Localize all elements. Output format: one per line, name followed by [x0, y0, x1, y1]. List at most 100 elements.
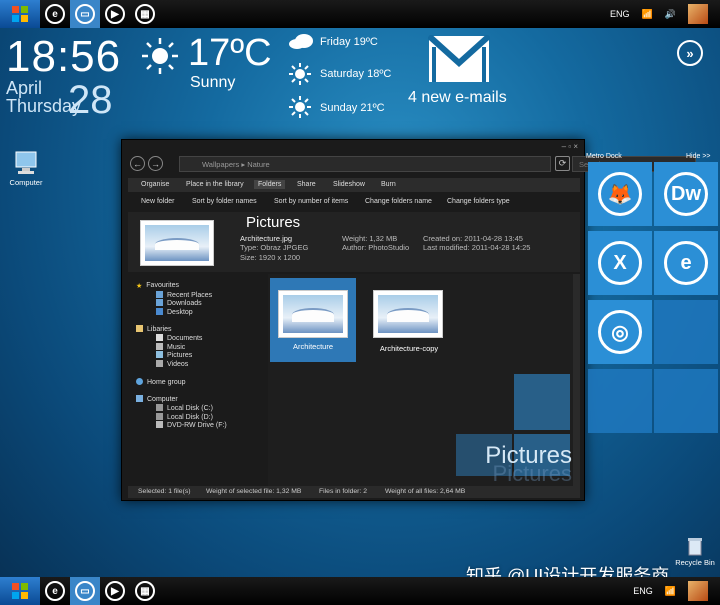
- nav-documents[interactable]: Documents: [156, 334, 202, 342]
- avatar[interactable]: [688, 4, 708, 24]
- tile-dreamweaver[interactable]: Dw: [654, 162, 718, 226]
- breadcrumb-nature[interactable]: Nature: [247, 160, 270, 169]
- taskbar-apps-button[interactable]: ▦: [130, 0, 160, 28]
- tile-excel[interactable]: X: [588, 231, 652, 295]
- file-thumbnail: [373, 290, 443, 338]
- desktop-computer-icon[interactable]: Computer: [6, 150, 46, 187]
- tile-empty[interactable]: [588, 369, 652, 433]
- scrollbar[interactable]: [573, 274, 580, 486]
- nav-homegroup-label: Home group: [147, 379, 186, 386]
- preview-type: Type: Obraz JPGEG: [240, 243, 309, 252]
- change-folder-type-button[interactable]: Change folders type: [447, 198, 510, 205]
- nav-drive-d[interactable]: Local Disk (D:): [156, 413, 213, 421]
- recent-places-icon: [156, 291, 163, 298]
- menu-folders[interactable]: Folders: [254, 180, 286, 189]
- nav-libraries[interactable]: Libaries: [136, 325, 172, 333]
- desktop-icon: [156, 308, 163, 315]
- taskbar-media-button[interactable]: ▶: [100, 0, 130, 28]
- homegroup-icon: [136, 378, 143, 385]
- taskbar-ie-button[interactable]: e: [40, 577, 70, 605]
- desktop-recycle-bin[interactable]: Recycle Bin: [672, 536, 718, 567]
- forward-button[interactable]: →: [148, 156, 163, 171]
- taskbar-media-button[interactable]: ▶: [100, 577, 130, 605]
- nav-desktop-label: Desktop: [167, 309, 193, 316]
- sort-by-count-button[interactable]: Sort by number of items: [274, 198, 348, 205]
- mail-icon[interactable]: [428, 35, 490, 83]
- taskbar-explorer-button[interactable]: ▭: [70, 0, 100, 28]
- menu-share[interactable]: Share: [297, 181, 316, 188]
- breadcrumb-wallpapers[interactable]: Wallpapers: [202, 160, 239, 169]
- tile-ie[interactable]: e: [654, 231, 718, 295]
- change-folder-name-button[interactable]: Change folders name: [365, 198, 432, 205]
- file-item-architecture-copy[interactable]: Architecture-copy: [365, 278, 453, 362]
- nav-homegroup[interactable]: Home group: [136, 378, 186, 386]
- new-folder-button[interactable]: New folder: [141, 198, 174, 205]
- preview-modified: Last modified: 2011-04-28 14:25: [423, 243, 531, 252]
- menu-organise[interactable]: Organise: [141, 181, 169, 188]
- file-list: Architecture Architecture-copy Pictures …: [268, 274, 580, 486]
- nav-videos[interactable]: Videos: [156, 360, 188, 368]
- desktop-computer-label: Computer: [9, 178, 43, 187]
- taskbar-explorer-button[interactable]: ▭: [70, 577, 100, 605]
- forecast-sunday: Sunday 21ºC: [320, 102, 385, 114]
- tile-empty[interactable]: [654, 369, 718, 433]
- file-thumbnail: [278, 290, 348, 338]
- nav-pictures[interactable]: Pictures: [156, 351, 192, 359]
- preview-filename: Architecture.jpg: [240, 234, 293, 243]
- computer-icon: [136, 395, 143, 402]
- network-icon[interactable]: 📶: [665, 586, 676, 597]
- play-icon: ▶: [105, 581, 125, 601]
- nav-computer[interactable]: Computer: [136, 395, 178, 403]
- start-button[interactable]: [0, 0, 40, 28]
- recycle-bin-icon: [688, 538, 702, 556]
- sun-icon: [289, 96, 311, 118]
- dock-hide-button[interactable]: Hide >>: [686, 153, 711, 160]
- address-bar[interactable]: Wallpapers ▸ Nature: [179, 156, 551, 172]
- play-icon: ▶: [105, 4, 125, 24]
- menu-slideshow[interactable]: Slideshow: [333, 181, 365, 188]
- taskbar-ie-button[interactable]: e: [40, 0, 70, 28]
- start-button[interactable]: [0, 577, 40, 605]
- folder-icon: ▭: [75, 4, 95, 24]
- nav-desktop[interactable]: Desktop: [156, 308, 193, 316]
- back-button[interactable]: ←: [130, 156, 145, 171]
- nav-downloads[interactable]: Downloads: [156, 299, 202, 307]
- tile-firefox[interactable]: 🦊: [588, 162, 652, 226]
- next-arrow-icon[interactable]: »: [677, 40, 703, 66]
- drive-icon: [156, 413, 163, 420]
- language-indicator[interactable]: ENG: [610, 9, 630, 19]
- sort-by-name-button[interactable]: Sort by folder names: [192, 198, 257, 205]
- status-selected: Selected: 1 file(s): [138, 488, 191, 495]
- avatar[interactable]: [688, 581, 708, 601]
- nav-music[interactable]: Music: [156, 343, 185, 351]
- status-weight-all: Weight of all files: 2,64 MB: [385, 488, 466, 495]
- refresh-button[interactable]: ⟳: [555, 156, 570, 171]
- folder-icon: ▭: [75, 581, 95, 601]
- nav-drive-f[interactable]: DVD-RW Drive (F:): [156, 421, 227, 429]
- excel-icon: X: [598, 241, 642, 285]
- nav-drive-c[interactable]: Local Disk (C:): [156, 404, 213, 412]
- nav-computer-label: Computer: [147, 396, 178, 403]
- preview-thumbnail: [140, 220, 214, 266]
- decorative-square: [514, 374, 570, 430]
- network-icon[interactable]: 📶: [642, 9, 653, 20]
- file-item-architecture[interactable]: Architecture: [270, 278, 356, 362]
- star-icon: ★: [136, 283, 143, 290]
- nav-favourites-label: Favourites: [146, 282, 179, 289]
- menu-place-in-library[interactable]: Place in the library: [186, 181, 244, 188]
- tile-chrome[interactable]: ◎: [588, 300, 652, 364]
- videos-icon: [156, 360, 163, 367]
- dvd-drive-icon: [156, 421, 163, 428]
- drive-icon: [156, 404, 163, 411]
- forecast-friday: Friday 19ºC: [320, 36, 378, 48]
- tile-empty[interactable]: [654, 300, 718, 364]
- address-row: ← → Wallpapers ▸ Nature ⟳ Search...: [122, 154, 696, 174]
- language-indicator[interactable]: ENG: [633, 586, 653, 596]
- taskbar-apps-button[interactable]: ▦: [130, 577, 160, 605]
- volume-icon[interactable]: 🔊: [665, 9, 676, 20]
- menu-burn[interactable]: Burn: [381, 181, 396, 188]
- nav-drive-d-label: Local Disk (D:): [167, 414, 213, 421]
- window-controls[interactable]: – ▫ ×: [562, 142, 578, 151]
- nav-recent-places[interactable]: Recent Places: [156, 291, 212, 299]
- nav-favourites[interactable]: ★ Favourites: [136, 282, 179, 290]
